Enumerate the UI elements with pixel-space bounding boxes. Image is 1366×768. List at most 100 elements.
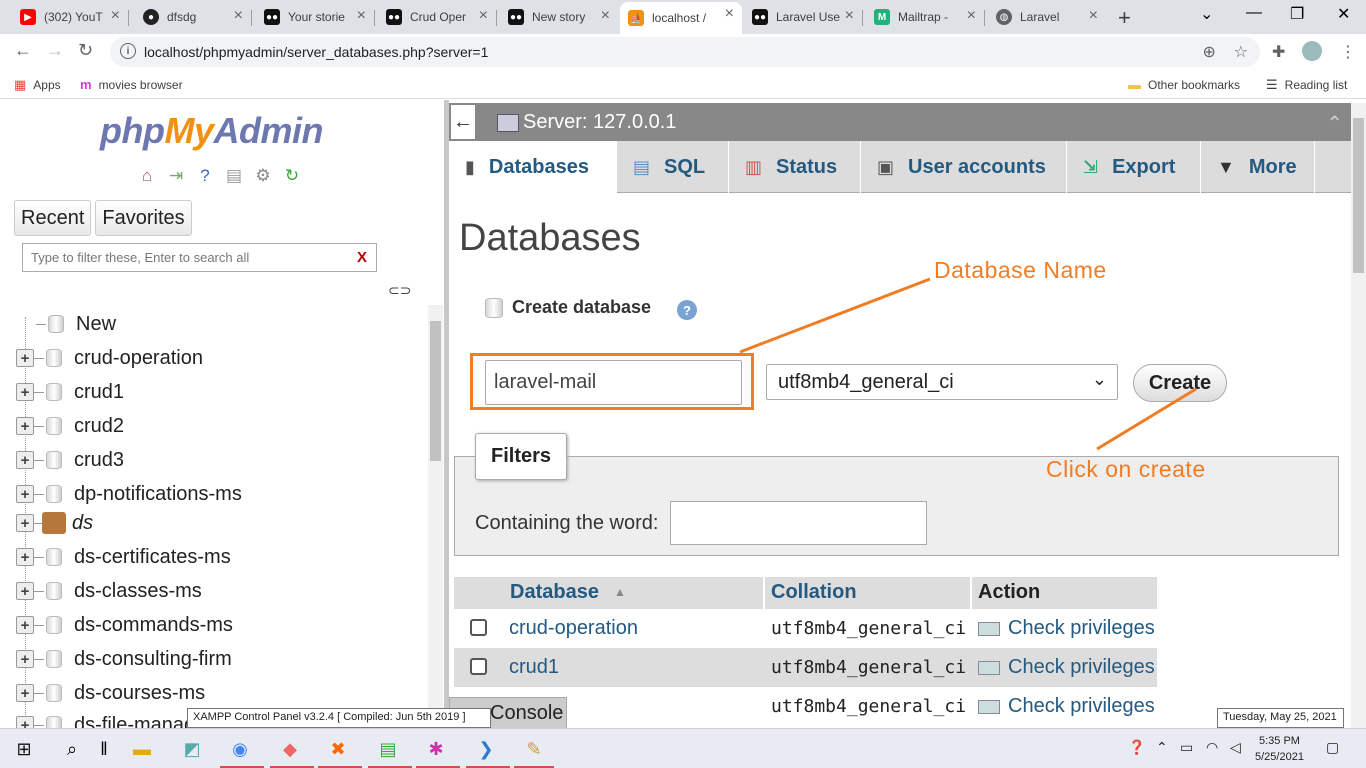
- tab-medium-laravel[interactable]: ●● Laravel Use ×: [744, 4, 862, 30]
- docs-icon[interactable]: ▤: [222, 164, 246, 188]
- tab-user-accounts[interactable]: ▣ User accounts: [861, 141, 1067, 193]
- bookmark-apps[interactable]: ▦ Apps: [14, 77, 61, 93]
- tree-node[interactable]: + ds-certificates-ms: [12, 542, 231, 572]
- back-arrow-icon[interactable]: ←: [14, 40, 32, 61]
- sort-database-header[interactable]: Database: [510, 581, 599, 604]
- row-checkbox[interactable]: [470, 658, 487, 675]
- expand-icon[interactable]: +: [16, 684, 34, 702]
- expand-icon[interactable]: +: [16, 417, 34, 435]
- expand-icon[interactable]: +: [16, 451, 34, 469]
- help-icon[interactable]: ?: [677, 300, 697, 320]
- bookmark-reading-list[interactable]: ☰ Reading list: [1266, 77, 1347, 93]
- database-link[interactable]: crud-operation: [509, 617, 638, 640]
- search-icon[interactable]: ⌕: [60, 737, 84, 761]
- new-tab-button[interactable]: +: [1118, 5, 1131, 31]
- reload-icon[interactable]: ↻: [78, 40, 93, 61]
- tree-node[interactable]: + dp-notifications-ms: [12, 479, 242, 509]
- task-view-icon[interactable]: ‖: [92, 737, 116, 761]
- tab-export[interactable]: ⇲ Export: [1067, 141, 1201, 193]
- collapse-nav-arrow-icon[interactable]: ←: [451, 105, 475, 139]
- windows-start-icon[interactable]: ⊞: [12, 737, 36, 761]
- tree-node[interactable]: + crud2: [12, 411, 124, 441]
- git-icon[interactable]: ◆: [278, 737, 302, 761]
- collation-select[interactable]: utf8mb4_general_ci ⌄: [766, 364, 1118, 400]
- expand-icon[interactable]: +: [16, 485, 34, 503]
- tray-chevron-icon[interactable]: ⌃: [1156, 739, 1168, 756]
- check-privileges-link[interactable]: Check privileges: [978, 617, 1155, 640]
- menu-kebab-icon[interactable]: ⋮: [1340, 42, 1356, 62]
- info-icon[interactable]: i: [120, 43, 136, 59]
- link-icon[interactable]: ⊂⊃: [388, 282, 411, 299]
- notepad-icon[interactable]: ▤: [376, 737, 400, 761]
- nav-scrollbar[interactable]: [428, 305, 443, 732]
- tree-node-new[interactable]: New: [12, 309, 116, 339]
- close-icon[interactable]: ×: [725, 5, 734, 23]
- expand-icon[interactable]: +: [16, 616, 34, 634]
- help-icon[interactable]: ?: [193, 164, 217, 188]
- tab-databases[interactable]: ▮ Databases: [449, 141, 617, 193]
- main-scrollbar[interactable]: [1351, 103, 1366, 728]
- database-name-input[interactable]: laravel-mail: [485, 360, 742, 405]
- file-explorer-icon[interactable]: ▬: [130, 737, 154, 761]
- app-icon[interactable]: ◩: [180, 737, 204, 761]
- tab-medium-crud[interactable]: ●● Crud Oper ×: [378, 4, 496, 30]
- expand-icon[interactable]: +: [16, 650, 34, 668]
- tab-medium-stories[interactable]: ●● Your storie ×: [256, 4, 374, 30]
- close-icon[interactable]: ×: [111, 7, 120, 25]
- phpmyadmin-logo[interactable]: phpMyAdmin: [100, 110, 323, 152]
- containing-word-input[interactable]: [670, 501, 927, 545]
- expand-icon[interactable]: +: [16, 582, 34, 600]
- slack-icon[interactable]: ✱: [424, 737, 448, 761]
- expand-icon[interactable]: +: [16, 548, 34, 566]
- check-privileges-link[interactable]: Check privileges: [978, 695, 1155, 718]
- home-icon[interactable]: ⌂: [135, 164, 159, 188]
- server-link[interactable]: Server: 127.0.0.1: [497, 111, 676, 134]
- favorites-button[interactable]: Favorites: [95, 200, 192, 236]
- close-window-button[interactable]: ✕: [1337, 4, 1350, 24]
- battery-icon[interactable]: ▭: [1180, 739, 1193, 756]
- tree-node[interactable]: + ds-courses-ms: [12, 678, 205, 708]
- database-link[interactable]: crud1: [509, 656, 559, 679]
- create-button[interactable]: Create: [1133, 364, 1227, 402]
- close-icon[interactable]: ×: [967, 7, 976, 25]
- close-icon[interactable]: ×: [845, 7, 854, 25]
- check-privileges-link[interactable]: Check privileges: [978, 656, 1155, 679]
- clear-filter-button[interactable]: X: [357, 249, 367, 266]
- notifications-icon[interactable]: ▢: [1326, 739, 1339, 756]
- tab-medium-new-story[interactable]: ●● New story ×: [500, 4, 618, 30]
- system-clock[interactable]: 5:35 PM 5/25/2021: [1255, 733, 1304, 765]
- tab-github[interactable]: ● dfsdg ×: [135, 4, 251, 30]
- close-icon[interactable]: ×: [1089, 7, 1098, 25]
- xampp-icon[interactable]: ✖: [326, 737, 350, 761]
- tree-node[interactable]: + ds-commands-ms: [12, 610, 233, 640]
- tab-sql[interactable]: ▤ SQL: [617, 141, 729, 193]
- tab-search-icon[interactable]: ⌄: [1200, 4, 1213, 24]
- tab-youtube[interactable]: ▶ (302) YouT ×: [12, 4, 128, 30]
- tree-node[interactable]: + ds: [12, 508, 93, 538]
- zoom-and-star-icons[interactable]: ⊕ ☆: [1202, 42, 1248, 62]
- bookmark-movies[interactable]: m movies browser: [80, 77, 183, 92]
- tab-localhost-active[interactable]: ⛵ localhost / ×: [620, 2, 742, 34]
- minimize-button[interactable]: —: [1246, 4, 1262, 22]
- collapse-top-icon[interactable]: ⌃: [1326, 111, 1343, 136]
- sort-collation-header[interactable]: Collation: [771, 581, 857, 604]
- close-icon[interactable]: ×: [479, 7, 488, 25]
- avatar[interactable]: [1302, 41, 1322, 61]
- tab-mailtrap[interactable]: M Mailtrap - ×: [866, 4, 984, 30]
- address-bar[interactable]: i localhost/phpmyadmin/server_databases.…: [110, 37, 1260, 67]
- tab-more[interactable]: ▼ More: [1201, 141, 1315, 193]
- tree-node[interactable]: + crud-operation: [12, 343, 203, 373]
- recent-button[interactable]: Recent: [14, 200, 92, 236]
- tree-node[interactable]: + ds-classes-ms: [12, 576, 202, 606]
- vscode-icon[interactable]: ❯: [474, 737, 498, 761]
- close-icon[interactable]: ×: [601, 7, 610, 25]
- chrome-icon[interactable]: ◉: [228, 737, 252, 761]
- expand-icon[interactable]: +: [16, 349, 34, 367]
- help-tray-icon[interactable]: ❓: [1128, 739, 1145, 756]
- tab-laravel[interactable]: ◍ Laravel ×: [988, 4, 1106, 30]
- tree-node[interactable]: + crud3: [12, 445, 124, 475]
- gear-icon[interactable]: ⚙: [251, 164, 275, 188]
- close-icon[interactable]: ×: [234, 7, 243, 25]
- tree-node[interactable]: + ds-consulting-firm: [12, 644, 232, 674]
- volume-icon[interactable]: ◁: [1230, 739, 1241, 756]
